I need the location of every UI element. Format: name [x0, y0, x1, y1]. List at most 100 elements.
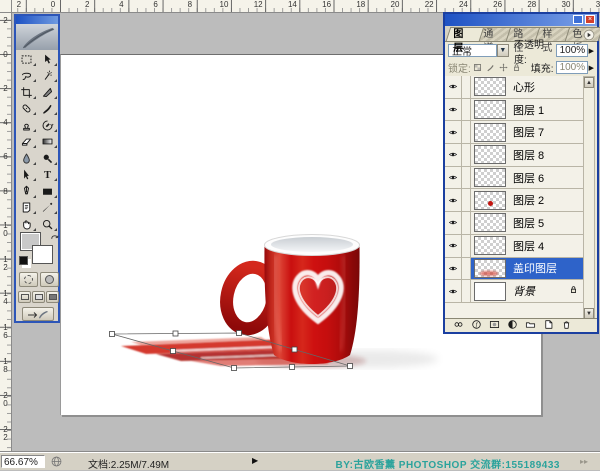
layer-style-icon: f — [472, 319, 481, 329]
resize-grip-icon: ▸▸ — [579, 457, 588, 466]
layer-list-scrollbar[interactable]: ▲ ▼ — [583, 76, 595, 320]
quick-mask-mode-button[interactable] — [40, 272, 59, 287]
visibility-toggle[interactable] — [445, 189, 462, 212]
layer-row-图层 2[interactable]: 图层 2 — [445, 189, 585, 213]
link-layers-button[interactable] — [453, 317, 464, 335]
layer-row-图层 1[interactable]: 图层 1 — [445, 98, 585, 122]
dodge-tool[interactable] — [37, 150, 58, 167]
link-cell — [462, 257, 471, 280]
healing-brush-tool[interactable] — [16, 101, 37, 118]
ruler-label: 1 6 — [3, 322, 8, 340]
clone-stamp-tool[interactable] — [16, 117, 37, 134]
panel-close-button[interactable]: × — [585, 15, 595, 24]
layer-row-图层 5[interactable]: 图层 5 — [445, 212, 585, 235]
history-brush-tool[interactable] — [37, 117, 58, 134]
pen-tool[interactable] — [16, 183, 37, 200]
new-layer-button[interactable] — [543, 317, 554, 335]
background-color-swatch[interactable] — [32, 245, 53, 264]
layer-row-main[interactable]: 图层 1 — [471, 99, 585, 121]
path-selection-tool[interactable] — [16, 167, 37, 184]
type-tool[interactable]: T — [37, 167, 58, 184]
slice-tool[interactable] — [37, 84, 58, 101]
layer-row-main[interactable]: 图层 7 — [471, 121, 585, 143]
magic-wand-tool[interactable] — [37, 68, 58, 85]
gradient-tool[interactable] — [37, 134, 58, 151]
fill-field[interactable]: 100% — [555, 61, 588, 74]
blur-tool-icon — [23, 153, 30, 164]
layer-row-图层 7[interactable]: 图层 7 — [445, 121, 585, 145]
layer-row-main[interactable]: 图层 6 — [471, 167, 585, 189]
ruler-label: 20 — [390, 0, 400, 9]
layer-row-main[interactable]: 心形 — [471, 76, 585, 98]
opacity-field[interactable]: 100% — [555, 44, 588, 57]
layer-row-背景[interactable]: 背景 — [445, 280, 585, 303]
status-menu-arrow-icon[interactable]: ▶ — [252, 456, 258, 465]
edit-in-imageready-button[interactable] — [22, 307, 54, 321]
visibility-toggle[interactable] — [445, 234, 462, 257]
shape-tool[interactable] — [37, 183, 58, 200]
layer-row-图层 4[interactable]: 图层 4 — [445, 234, 585, 258]
visibility-toggle[interactable] — [445, 280, 462, 302]
eraser-tool[interactable] — [16, 134, 37, 151]
adjustment-layer-button[interactable] — [507, 317, 518, 335]
dodge-tool-icon — [43, 154, 53, 163]
globe-icon — [50, 455, 63, 468]
panel-titlebar[interactable]: × — [445, 14, 597, 26]
ruler-label: 2 2 — [3, 425, 8, 443]
zoom-level-field[interactable]: 66.67% — [1, 455, 45, 468]
move-tool[interactable] — [37, 51, 58, 68]
layer-row-main[interactable]: 图层 4 — [471, 235, 585, 257]
tab-label: 图层 — [453, 29, 464, 54]
brush-tool[interactable] — [37, 101, 58, 118]
eyedropper-tool[interactable] — [37, 200, 58, 217]
fullscreen-menubar-button[interactable] — [32, 291, 45, 303]
visibility-toggle[interactable] — [445, 76, 462, 98]
tab-图层[interactable]: 图层 — [445, 27, 485, 54]
lock-position-button[interactable] — [497, 61, 510, 74]
visibility-toggle[interactable] — [445, 121, 462, 144]
fullscreen-button[interactable] — [46, 291, 59, 303]
panel-menu-button[interactable] — [583, 28, 595, 41]
ruler-label: 12 — [253, 0, 263, 9]
add-layer-mask-button[interactable] — [489, 317, 500, 335]
lock-all-button[interactable] — [510, 61, 523, 74]
toolbox-titlebar[interactable] — [16, 16, 58, 24]
default-colors-icon[interactable] — [19, 256, 28, 265]
layer-row-main[interactable]: 图层 8 — [471, 144, 585, 166]
visibility-toggle[interactable] — [445, 212, 462, 234]
layer-style-button[interactable]: f — [471, 317, 482, 335]
ruler-label: 4 — [119, 0, 124, 9]
lock-transparency-button[interactable] — [471, 61, 484, 74]
layer-row-心形[interactable]: 心形 — [445, 76, 585, 99]
panel-collapse-button[interactable] — [573, 15, 583, 24]
lasso-tool[interactable] — [16, 68, 37, 85]
clone-stamp-tool-icon — [23, 123, 30, 131]
crop-tool[interactable] — [16, 84, 37, 101]
standard-mode-button[interactable] — [19, 272, 38, 287]
rectangular-marquee-tool[interactable] — [16, 51, 37, 68]
visibility-toggle[interactable] — [445, 257, 462, 280]
notes-tool[interactable] — [16, 200, 37, 217]
layer-row-main[interactable]: 图层 2 — [471, 189, 585, 211]
delete-layer-button[interactable] — [561, 317, 572, 335]
fill-spinner-icon[interactable]: ▶ — [589, 64, 594, 72]
swap-colors-icon[interactable] — [49, 230, 60, 241]
scroll-up-icon[interactable]: ▲ — [584, 77, 594, 88]
new-group-button[interactable] — [525, 317, 536, 335]
layer-row-盖印图层[interactable]: 盖印图层 — [445, 257, 585, 281]
visibility-toggle[interactable] — [445, 98, 462, 121]
layer-row-图层 8[interactable]: 图层 8 — [445, 144, 585, 167]
layer-row-main[interactable]: 图层 5 — [471, 212, 585, 234]
new-group-icon — [525, 321, 536, 328]
chevron-down-icon[interactable]: ▼ — [496, 44, 509, 57]
visibility-toggle[interactable] — [445, 166, 462, 189]
layer-row-main[interactable]: 背景 — [471, 280, 585, 302]
visibility-toggle[interactable] — [445, 144, 462, 166]
history-brush-tool-icon — [42, 120, 54, 131]
blur-tool[interactable] — [16, 150, 37, 167]
standard-screen-button[interactable] — [18, 291, 31, 303]
layer-row-main[interactable]: 盖印图层 — [471, 257, 585, 280]
layer-row-图层 6[interactable]: 图层 6 — [445, 166, 585, 190]
lock-image-button[interactable] — [484, 61, 497, 74]
opacity-spinner-icon[interactable]: ▶ — [589, 47, 594, 55]
